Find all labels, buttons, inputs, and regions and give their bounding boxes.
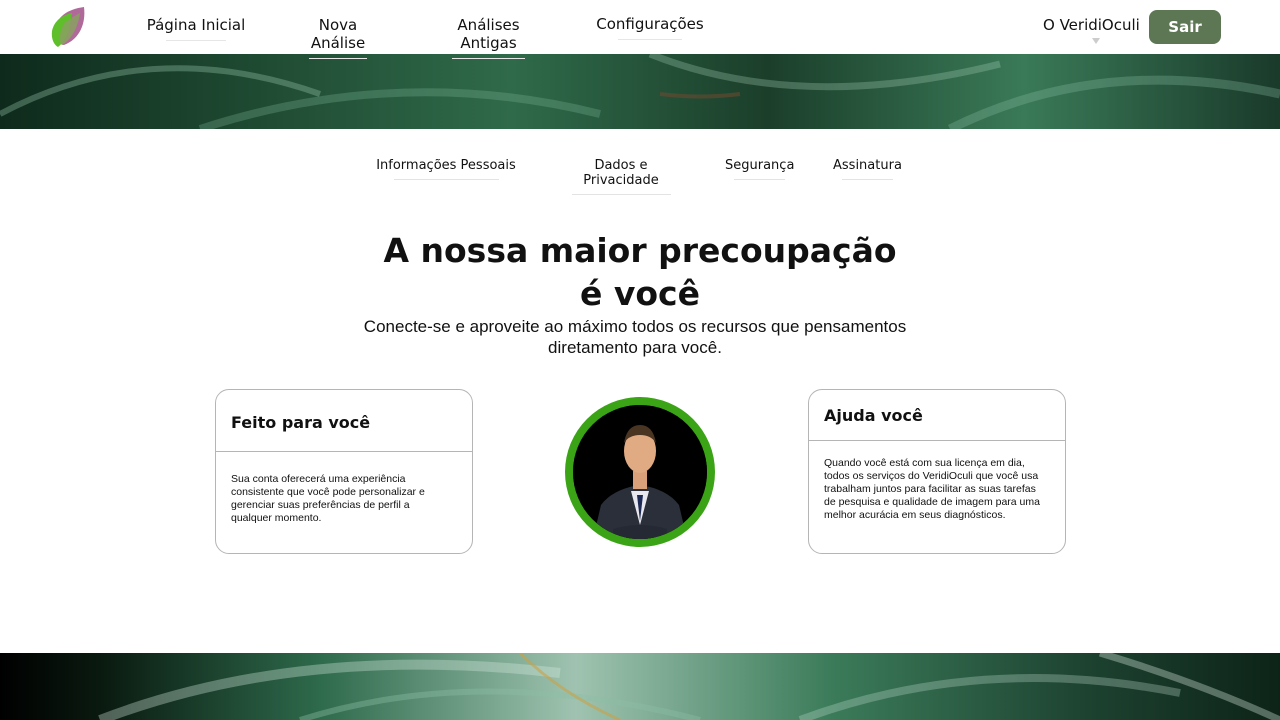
nav-underline — [451, 58, 526, 59]
tab-data-privacy[interactable]: Dados e Privacidade — [555, 158, 687, 195]
leaf-logo-icon[interactable] — [50, 5, 88, 49]
nav-underline — [166, 40, 226, 41]
tab-personal-info-label: Informações Pessoais — [376, 158, 516, 173]
nav-settings[interactable]: Configurações — [596, 15, 704, 40]
card-divider — [809, 440, 1065, 441]
card-made-for-you: Feito para você Sua conta oferecerá uma … — [215, 389, 473, 554]
tab-personal-info[interactable]: Informações Pessoais — [376, 158, 516, 180]
nav-new-analysis[interactable]: Nova Análise — [290, 16, 386, 59]
subtitle-line-1: Conecte-se e aproveite ao máximo todos o… — [363, 317, 907, 336]
header-banner-image — [0, 54, 1280, 129]
card-helps-you: Ajuda você Quando você está com sua lice… — [808, 389, 1066, 554]
nav-underline — [617, 39, 683, 40]
card-helps-you-title: Ajuda você — [824, 406, 923, 425]
avatar — [565, 397, 715, 547]
leaf-pattern-image — [98, 653, 1280, 720]
nav-new-analysis-label: Nova Análise — [310, 16, 366, 52]
nav-underline — [309, 58, 367, 59]
tab-underline — [841, 179, 893, 180]
subtitle-line-2: diretamento para você. — [548, 338, 722, 357]
nav-home[interactable]: Página Inicial — [146, 16, 246, 41]
person-portrait-image — [573, 405, 707, 539]
nav-home-label: Página Inicial — [146, 16, 246, 34]
caret-down-icon[interactable] — [1092, 38, 1100, 44]
headline-line-2: é você — [580, 274, 700, 313]
nav-settings-label: Configurações — [596, 15, 704, 33]
tab-data-privacy-label: Dados e Privacidade — [583, 158, 659, 188]
nav-old-analyses-label: Análises Antigas — [457, 16, 520, 52]
footer-banner-image — [0, 653, 1280, 720]
top-nav: Página Inicial Nova Análise Análises Ant… — [0, 0, 1280, 59]
profile-photo — [573, 405, 707, 539]
card-divider — [216, 451, 472, 452]
headline-line-1: A nossa maior precoupação — [383, 231, 897, 270]
page-headline: A nossa maior precoupação é você — [340, 229, 940, 315]
logout-button[interactable]: Sair — [1149, 10, 1221, 44]
tab-security-label: Segurança — [725, 158, 795, 173]
leaf-pattern-image — [0, 54, 1280, 129]
card-made-for-you-title: Feito para você — [231, 413, 371, 432]
card-made-for-you-body: Sua conta oferecerá uma experiência cons… — [231, 473, 425, 524]
tab-underline — [733, 179, 786, 180]
card-helps-you-body: Quando você está com sua licença em dia,… — [824, 457, 1040, 521]
nav-old-analyses[interactable]: Análises Antigas — [427, 16, 550, 59]
tab-subscription-label: Assinatura — [833, 158, 902, 173]
tab-security[interactable]: Segurança — [725, 158, 794, 180]
tab-subscription[interactable]: Assinatura — [833, 158, 902, 180]
tab-underline — [393, 179, 499, 180]
tab-underline — [571, 194, 671, 195]
page-subtitle: Conecte-se e aproveite ao máximo todos o… — [330, 316, 940, 358]
about-veridioculi-link[interactable]: O VeridiOculi — [1043, 16, 1140, 34]
